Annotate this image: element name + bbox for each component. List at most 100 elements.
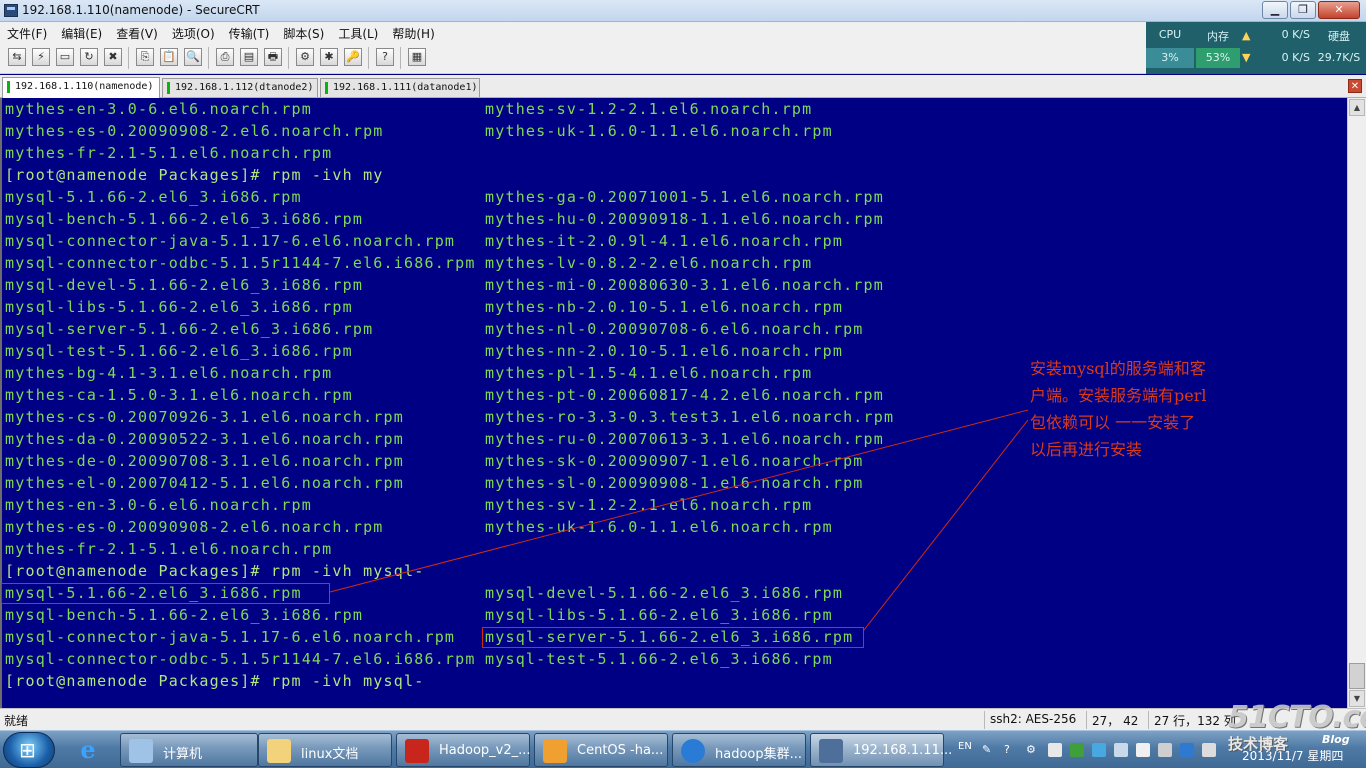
menu-tools[interactable]: 工具(L) xyxy=(331,22,385,42)
rpm-package-entry: mythes-en-3.0-6.el6.noarch.rpm xyxy=(5,100,312,118)
ime-icon[interactable]: ✎ xyxy=(982,743,996,757)
rpm-package-entry: mythes-mi-0.20080630-3.1.el6.noarch.rpm xyxy=(485,276,884,294)
copy-icon[interactable]: ⎘ xyxy=(136,48,154,66)
rpm-package-entry: mysql-connector-odbc-5.1.5r1144-7.el6.i6… xyxy=(5,650,476,668)
taskbar-item-hadoop-pdf[interactable]: Hadoop_v2_... xyxy=(396,733,531,767)
rpm-package-entry: mythes-sv-1.2-2.1.el6.noarch.rpm xyxy=(485,496,813,514)
rpm-package-entry: mysql-test-5.1.66-2.el6_3.i686.rpm xyxy=(485,650,833,668)
rpm-package-entry: mythes-sv-1.2-2.1.el6.noarch.rpm xyxy=(485,100,813,118)
menu-script[interactable]: 脚本(S) xyxy=(276,22,331,42)
taskbar-item-label: hadoop集群... xyxy=(715,747,803,762)
status-cipher: ssh2: AES-256 xyxy=(990,712,1077,726)
securecrt-app-icon[interactable] xyxy=(4,4,18,17)
connected-status-icon xyxy=(7,81,10,93)
toolbar-separator xyxy=(368,47,369,69)
sftp-icon[interactable]: ▦ xyxy=(408,48,426,66)
pdf-icon xyxy=(405,739,429,763)
shell-prompt-line: [root@namenode Packages]# rpm -ivh mysql… xyxy=(5,672,425,690)
taskbar-item-securecrt[interactable]: 192.168.1.11... xyxy=(810,733,952,767)
help-icon[interactable]: ? xyxy=(376,48,394,66)
cpu-value: 3% xyxy=(1161,51,1179,64)
disconnect-icon[interactable]: ✖ xyxy=(104,48,122,66)
menu-options[interactable]: 选项(O) xyxy=(165,22,222,42)
securecrt-icon xyxy=(819,739,843,763)
watermark-subtitle: 技术博客 xyxy=(1228,735,1289,753)
taskbar-item-label: linux文档 xyxy=(301,747,359,762)
global-options-icon[interactable]: ✱ xyxy=(320,48,338,66)
toolbar-separator xyxy=(288,47,289,69)
settings-tray-icon[interactable]: ⚙ xyxy=(1026,743,1040,757)
rpm-package-entry: mythes-ru-0.20070613-3.1.el6.noarch.rpm xyxy=(485,430,884,448)
resource-meter[interactable]: CPU 3% 内存 53% ▲ ▼ 0 K/S 0 K/S 硬盘 29.7K/S xyxy=(1146,22,1366,74)
mem-value: 53% xyxy=(1205,51,1231,64)
rpm-package-entry: mythes-ro-3.3-0.3.test3.1.el6.noarch.rpm xyxy=(485,408,895,426)
taskbar-item-computer[interactable]: 计算机 xyxy=(120,733,258,767)
help-tray-icon[interactable]: ? xyxy=(1004,743,1018,757)
mem-label: 内存 xyxy=(1207,30,1229,43)
internet-explorer-icon[interactable]: e xyxy=(70,735,106,765)
terminal-scrollbar[interactable]: ▲ ▼ xyxy=(1347,98,1366,708)
connect-in-tab-icon[interactable]: ▭ xyxy=(56,48,74,66)
download-arrow-icon: ▼ xyxy=(1242,51,1251,64)
check-tray-icon[interactable] xyxy=(1180,743,1194,757)
close-button[interactable]: ✕ xyxy=(1318,1,1360,19)
maximize-button[interactable]: ❐ xyxy=(1290,1,1316,19)
shield-icon[interactable] xyxy=(1070,743,1084,757)
paste-icon[interactable]: 📋 xyxy=(160,48,178,66)
connected-status-icon xyxy=(325,82,328,94)
status-divider xyxy=(984,711,985,729)
taskbar-item-centos-vm[interactable]: CentOS -ha... xyxy=(534,733,668,767)
rpm-package-entry: mysql-devel-5.1.66-2.el6_3.i686.rpm xyxy=(485,584,844,602)
rpm-package-entry: mythes-nl-0.20090708-6.el6.noarch.rpm xyxy=(485,320,864,338)
menu-transfer[interactable]: 传输(T) xyxy=(222,22,277,42)
toolbar-separator xyxy=(400,47,401,69)
rpm-package-entry: mythes-ca-1.5.0-3.1.el6.noarch.rpm xyxy=(5,386,353,404)
tab-datanode1[interactable]: 192.168.1.111(datanode1) xyxy=(320,78,480,97)
network-tray-icon[interactable] xyxy=(1092,743,1106,757)
close-tab-icon[interactable]: ✕ xyxy=(1348,79,1362,93)
tab-dtanode2[interactable]: 192.168.1.112(dtanode2) xyxy=(162,78,318,97)
scroll-up-icon[interactable]: ▲ xyxy=(1349,99,1365,116)
annotation-line: 安装mysql的服务端和客 xyxy=(1030,359,1206,378)
taskbar-item-linux-docs[interactable]: linux文档 xyxy=(258,733,392,767)
session-options-icon[interactable]: ⚙ xyxy=(296,48,314,66)
keymap-icon[interactable]: 🔑 xyxy=(344,48,362,66)
watermark-51cto-logo: 51CTO.com xyxy=(1228,700,1366,735)
rpm-package-entry: mysql-connector-java-5.1.17-6.el6.noarch… xyxy=(5,232,456,250)
rpm-package-entry: mysql-connector-odbc-5.1.5r1144-7.el6.i6… xyxy=(5,254,476,272)
start-button[interactable] xyxy=(3,732,55,768)
scrollbar-thumb[interactable] xyxy=(1349,663,1365,689)
quick-connect-icon[interactable]: ⚡ xyxy=(32,48,50,66)
find-icon[interactable]: 🔍 xyxy=(184,48,202,66)
grid-tray-icon[interactable] xyxy=(1048,743,1062,757)
rpm-package-entry: mysql-server-5.1.66-2.el6_3.i686.rpm xyxy=(5,320,374,338)
menu-edit[interactable]: 编辑(E) xyxy=(54,22,109,42)
rpm-package-entry: mysql-5.1.66-2.el6_3.i686.rpm xyxy=(5,188,302,206)
reconnect-icon[interactable]: ↻ xyxy=(80,48,98,66)
display-tray-icon[interactable] xyxy=(1114,743,1128,757)
tab-namenode[interactable]: 192.168.1.110(namenode) xyxy=(2,77,160,98)
rpm-package-entry: mythes-pl-1.5-4.1.el6.noarch.rpm xyxy=(485,364,813,382)
volume-icon[interactable] xyxy=(1158,743,1172,757)
highlight-box-mysql-client xyxy=(1,583,330,604)
taskbar-item-hadoop-browser[interactable]: hadoop集群... xyxy=(672,733,806,767)
rpm-package-entry: mythes-fr-2.1-5.1.el6.noarch.rpm xyxy=(5,144,333,162)
taskbar-item-label: Hadoop_v2_... xyxy=(439,743,531,758)
menu-file[interactable]: 文件(F) xyxy=(0,22,54,42)
menu-view[interactable]: 查看(V) xyxy=(109,22,165,42)
monitor-tray-icon[interactable] xyxy=(1136,743,1150,757)
disk-value: 29.7K/S xyxy=(1317,51,1361,64)
network-status-icon[interactable] xyxy=(1202,743,1216,757)
upload-arrow-icon: ▲ xyxy=(1242,29,1251,42)
sogou-icon xyxy=(681,739,705,763)
connect-icon[interactable]: ⇆ xyxy=(8,48,26,66)
print-icon[interactable]: 🖶 xyxy=(264,48,282,66)
annotation-line: 以后再进行安装 xyxy=(1030,440,1143,459)
rpm-package-entry: mythes-ga-0.20071001-5.1.el6.noarch.rpm xyxy=(485,188,884,206)
taskbar-item-label: 计算机 xyxy=(163,747,203,762)
print-selection-icon[interactable]: ▤ xyxy=(240,48,258,66)
print-setup-icon[interactable]: ⎙ xyxy=(216,48,234,66)
input-language-indicator[interactable]: EN xyxy=(958,741,972,752)
menu-help[interactable]: 帮助(H) xyxy=(385,22,441,42)
minimize-button[interactable]: ▁ xyxy=(1262,1,1288,19)
